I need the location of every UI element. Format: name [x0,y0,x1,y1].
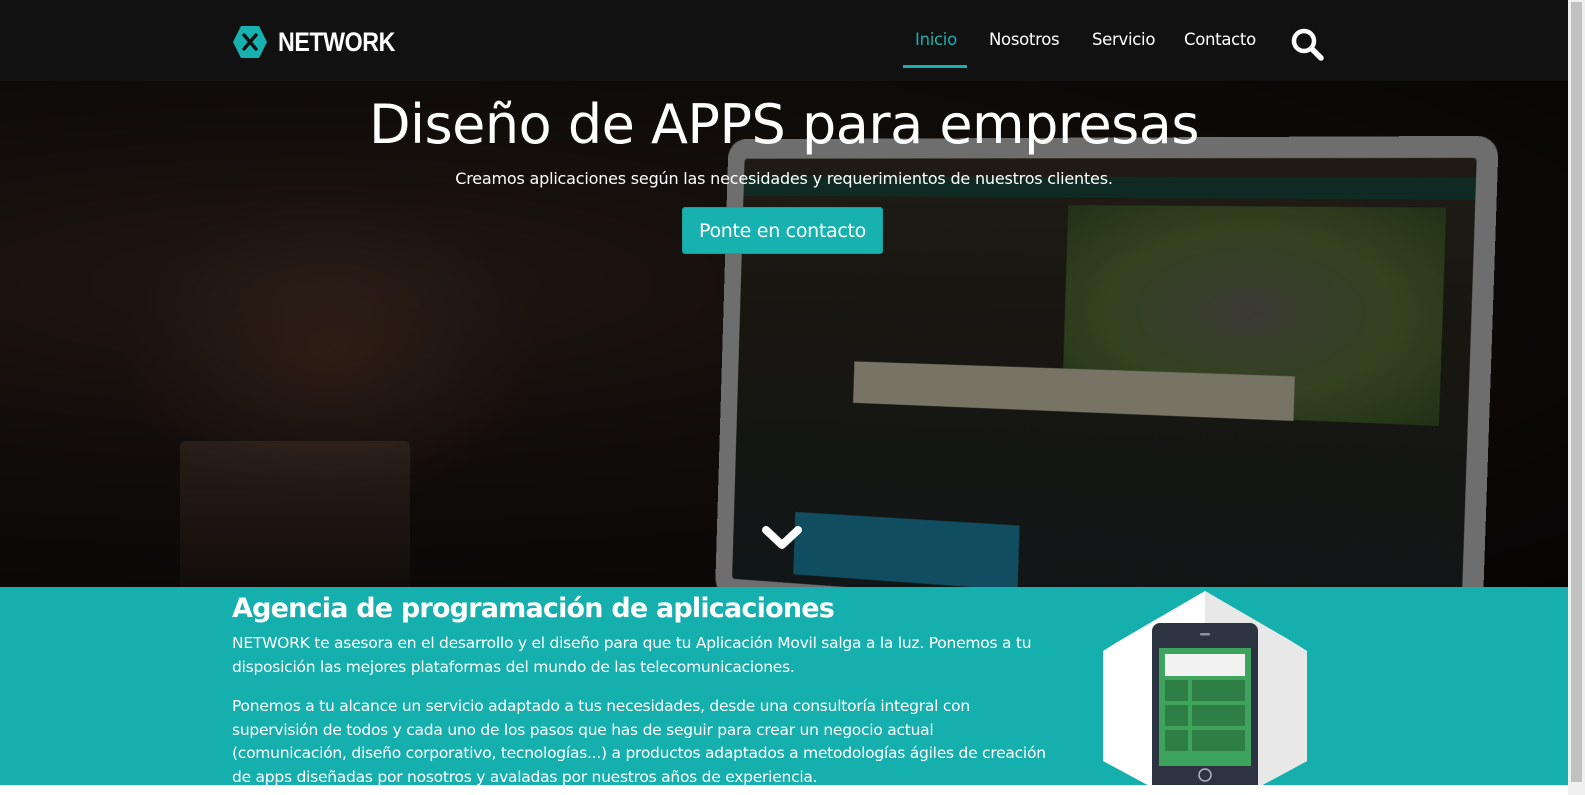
about-paragraph-1: NETWORK te asesora en el desarrollo y el… [232,632,1052,679]
main-nav: Inicio Nosotros Servicio Contacto [0,0,1568,81]
active-nav-indicator [903,65,967,68]
about-paragraph-2: Ponemos a tu alcance un servicio adaptad… [232,695,1052,785]
hero-dark-overlay [0,81,1568,587]
about-title: Agencia de programación de aplicaciones [232,593,834,624]
mobile-app-illustration [1103,591,1307,785]
search-icon [1289,26,1325,62]
nav-item-nosotros[interactable]: Nosotros [989,30,1059,49]
scroll-down-button[interactable] [761,523,803,553]
scrollbar-thumb[interactable] [1571,2,1582,782]
contact-cta-button[interactable]: Ponte en contacto [682,207,883,254]
vertical-scrollbar[interactable] [1568,0,1585,795]
about-section: Agencia de programación de aplicaciones … [0,587,1568,785]
page-bottom-edge [0,785,1568,795]
hero-subtitle: Creamos aplicaciones según las necesidad… [0,169,1568,188]
nav-item-contacto[interactable]: Contacto [1184,30,1256,49]
nav-item-servicio[interactable]: Servicio [1092,30,1155,49]
nav-item-inicio[interactable]: Inicio [915,30,957,49]
chevron-down-icon [761,523,803,553]
search-button[interactable] [1289,26,1325,62]
top-navbar: NETWORK Inicio Nosotros Servicio Contact… [0,0,1568,81]
hero-section: Diseño de APPS para empresas Creamos apl… [0,81,1568,587]
smartphone-icon [1103,591,1307,785]
hero-title: Diseño de APPS para empresas [0,93,1568,156]
